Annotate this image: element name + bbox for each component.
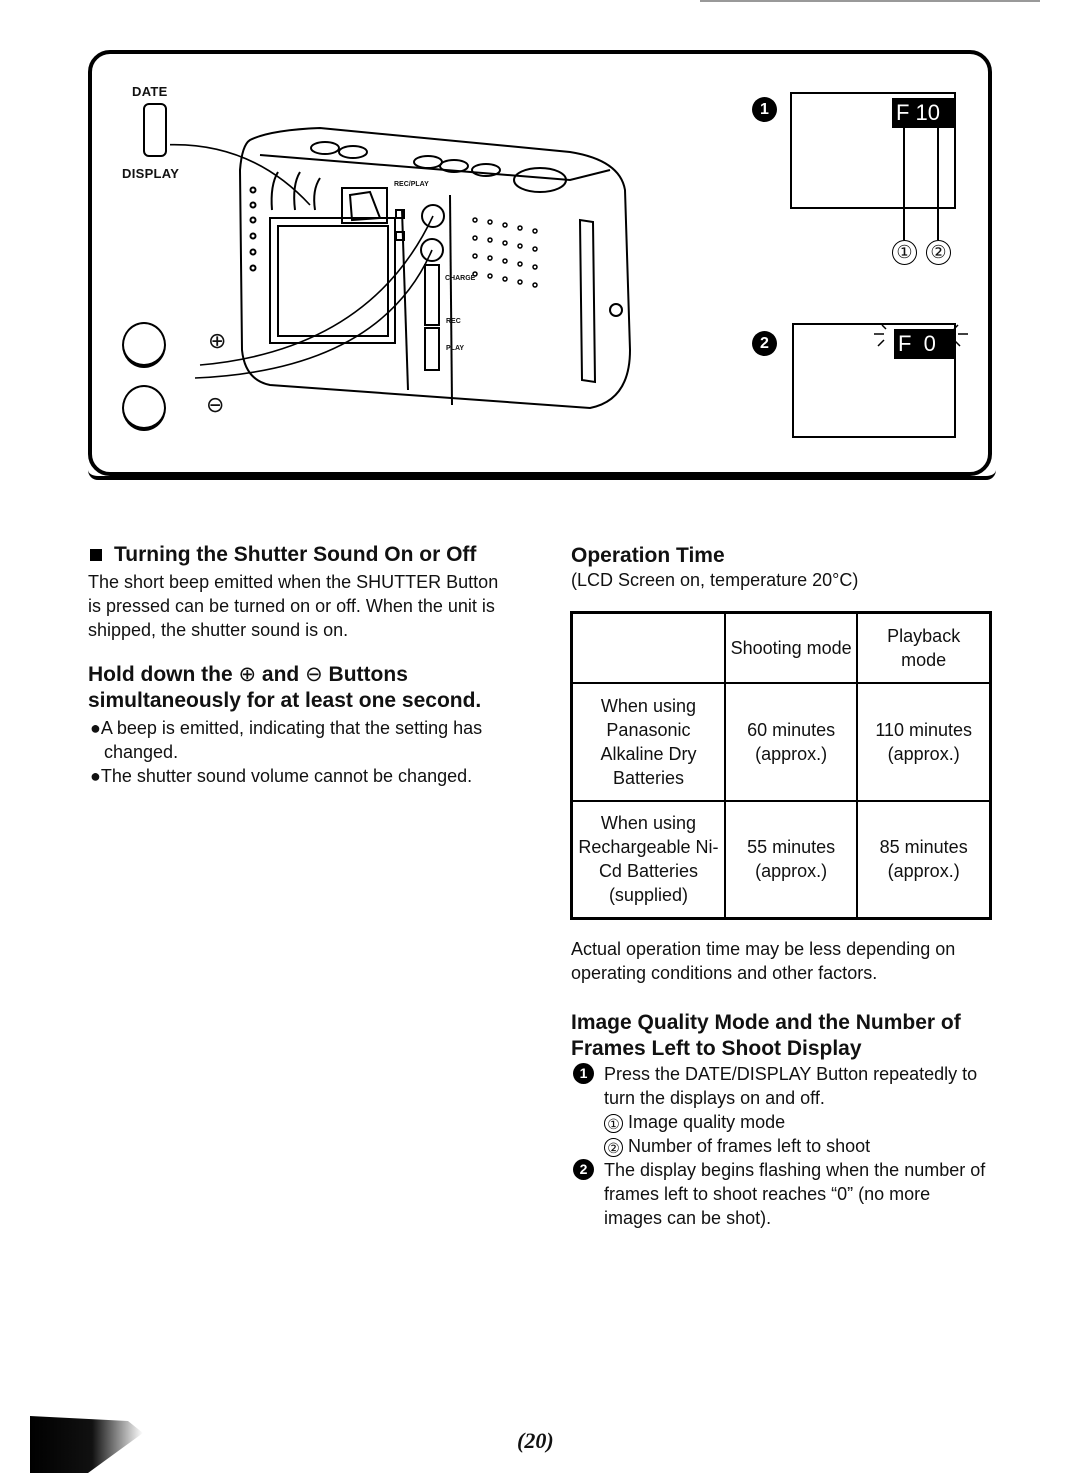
- image-quality-steps: 1 Press the DATE/DISPLAY Button repeated…: [571, 1062, 991, 1230]
- bullet-item: ●The shutter sound volume cannot be chan…: [90, 766, 473, 786]
- callout-line-1: [903, 122, 905, 240]
- instruction-text: and: [256, 663, 306, 686]
- bullet-text: A beep is emitted, indicating that the s…: [100, 718, 483, 762]
- flashing-indicator-icon: [874, 324, 968, 347]
- table-row-label: When using Panasonic Alkaline Dry Batter…: [570, 681, 726, 802]
- table-header-cell: [570, 611, 726, 684]
- section-title-shutter-sound: Turning the Shutter Sound On or Off: [114, 543, 477, 566]
- step-marker-2: 2: [573, 1159, 594, 1180]
- shutter-sound-intro: The short beep emitted when the SHUTTER …: [88, 572, 499, 640]
- step-text: The display begins flashing when the num…: [604, 1160, 986, 1228]
- step-marker-1: 1: [752, 97, 777, 122]
- operation-time-subtitle: (LCD Screen on, temperature 20°C): [571, 570, 859, 590]
- camera-label-charge: CHARGE: [445, 275, 476, 282]
- operation-time-table: Shooting mode Playback mode When using P…: [570, 611, 992, 920]
- sub-item-text: Image quality mode: [628, 1112, 786, 1132]
- camera-label-rec: REC: [446, 318, 461, 325]
- sub-item: ② Number of frames left to shoot: [571, 1134, 991, 1158]
- step-text: Press the DATE/DISPLAY Button repeatedly…: [604, 1064, 978, 1108]
- sub-item: ① Image quality mode: [571, 1110, 991, 1134]
- table-cell-playback: 85 minutes (approx.): [856, 799, 992, 920]
- shutter-sound-section: Turning the Shutter Sound On or Off The …: [88, 542, 508, 788]
- camera-illustration: [170, 126, 632, 410]
- instruction-text: Hold down the: [88, 663, 239, 686]
- image-quality-title: Image Quality Mode and the Number of Fra…: [571, 1011, 961, 1060]
- camera-label-rec-play: REC/PLAY: [394, 181, 429, 188]
- sub-marker-1: ①: [604, 1113, 623, 1133]
- step-item: 2 The display begins flashing when the n…: [571, 1158, 991, 1230]
- step-marker-1: 1: [573, 1063, 594, 1084]
- lcd-readout-f10: F 10: [892, 98, 954, 128]
- table-cell-shooting: 55 minutes (approx.): [723, 799, 859, 920]
- table-cell-shooting: 60 minutes (approx.): [723, 681, 859, 802]
- operation-time-note: Actual operation time may be less depend…: [571, 939, 956, 983]
- sub-marker-2: ②: [604, 1137, 623, 1157]
- page-number: (20): [517, 1428, 554, 1453]
- date-display-button-icon: [143, 103, 167, 157]
- plus-button-icon: [122, 322, 166, 368]
- callout-2: ②: [926, 240, 951, 265]
- bullet-item: ●A beep is emitted, indicating that the …: [90, 718, 483, 762]
- operation-time-title: Operation Time: [571, 544, 725, 567]
- page-edge-tab-mark: [30, 1416, 143, 1473]
- step-marker-2: 2: [752, 331, 777, 356]
- sub-item-text: Number of frames left to shoot: [628, 1136, 871, 1156]
- table-cell-playback: 110 minutes (approx.): [856, 681, 992, 802]
- instruction-heading: Hold down the ⊕ and ⊖ Buttons simultaneo…: [88, 662, 508, 714]
- date-label: DATE: [132, 84, 168, 99]
- table-row-label: When using Rechargeable Ni-Cd Batteries …: [570, 799, 726, 920]
- table-row: When using Rechargeable Ni-Cd Batteries …: [570, 799, 992, 920]
- camera-label-play: PLAY: [446, 345, 465, 352]
- lcd-screen-1: F 10: [790, 92, 956, 209]
- table-header-cell: Playback mode: [856, 611, 992, 684]
- minus-button-icon: [122, 385, 166, 431]
- callout-line-2: [937, 122, 939, 240]
- leader-line-minus: [194, 249, 433, 379]
- scan-edge-line: [700, 0, 1040, 2]
- bullet-text: The shutter sound volume cannot be chang…: [100, 766, 473, 786]
- section-square-icon: [90, 549, 102, 561]
- table-row: When using Panasonic Alkaline Dry Batter…: [570, 681, 992, 802]
- minus-symbol-inline: ⊖: [305, 663, 323, 686]
- table-header-cell: Shooting mode: [723, 611, 859, 684]
- plus-symbol-inline: ⊕: [238, 663, 257, 686]
- table-header-row: Shooting mode Playback mode: [570, 611, 992, 684]
- step-item: 1 Press the DATE/DISPLAY Button repeated…: [571, 1062, 991, 1110]
- callout-1: ①: [892, 240, 917, 265]
